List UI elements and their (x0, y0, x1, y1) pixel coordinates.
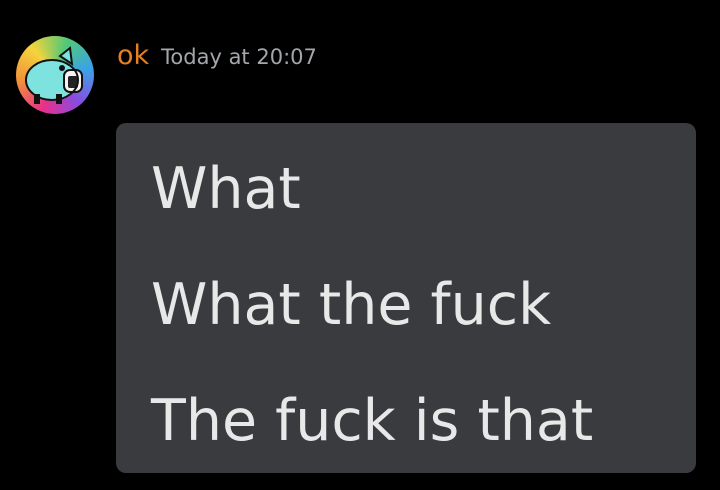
message-line: What the fuck (151, 272, 552, 338)
message-content-box: What What the fuck The fuck is that (116, 123, 696, 473)
message-line: The fuck is that (151, 388, 594, 454)
timestamp: Today at 20:07 (161, 45, 317, 69)
user-avatar[interactable] (16, 36, 94, 114)
chat-message: ok Today at 20:07 What What the fuck The… (0, 0, 720, 490)
username[interactable]: ok (117, 40, 149, 71)
message-header: ok Today at 20:07 (117, 40, 317, 71)
pig-avatar-icon (25, 46, 83, 104)
message-line: What (151, 156, 301, 222)
